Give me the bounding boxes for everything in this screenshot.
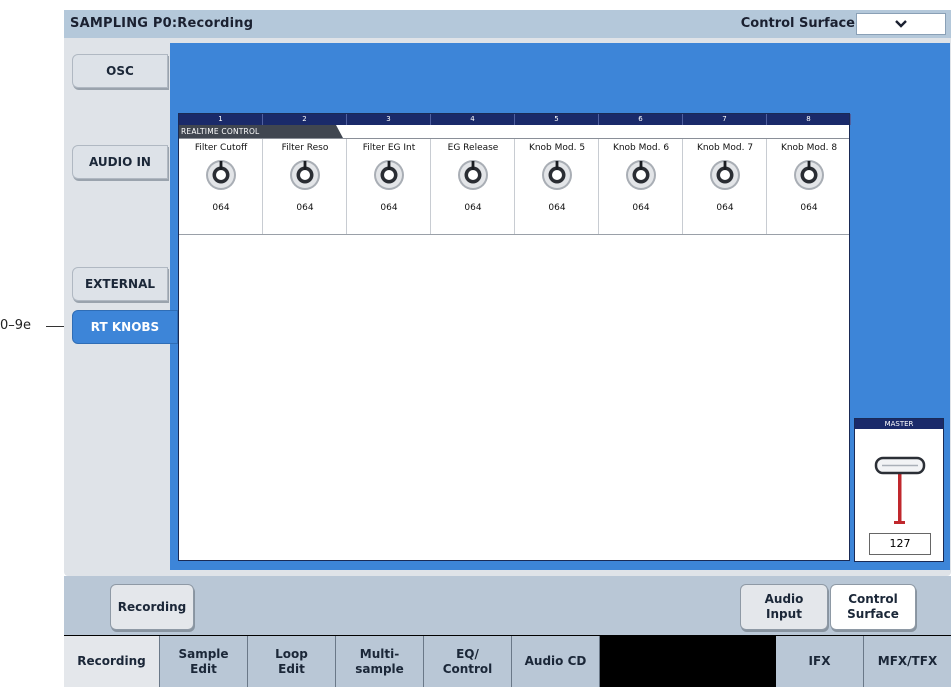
master-label: MASTER [855,419,943,429]
column-number: 1 [179,114,263,125]
tab-eq-control[interactable]: EQ/ Control [424,636,512,687]
knob-name: Filter Reso [281,143,329,153]
divider [179,234,849,235]
knob-value: 064 [800,203,818,213]
bottom-tab-strip: Recording Sample Edit Loop Edit Multi- s… [64,635,951,687]
knob-value: 064 [212,203,230,213]
knob-cell[interactable]: Knob Mod. 8 064 [767,139,851,234]
side-tab-rt-knobs[interactable]: RT KNOBS [72,310,178,344]
knob-value: 064 [548,203,566,213]
knob-icon[interactable] [286,157,324,193]
knob-cell[interactable]: Filter EG Int 064 [347,139,431,234]
tab-recording[interactable]: Recording [64,636,160,687]
realtime-control-label: REALTIME CONTROL [179,125,343,138]
tab-mfx-tfx[interactable]: MFX/TFX [864,636,951,687]
knob-icon[interactable] [790,157,828,193]
knob-value: 064 [716,203,734,213]
subtab-audio-input[interactable]: Audio Input [740,584,828,630]
knob-cell[interactable]: Knob Mod. 5 064 [515,139,599,234]
knob-cell[interactable]: EG Release 064 [431,139,515,234]
knob-cell[interactable]: Knob Mod. 7 064 [683,139,767,234]
knob-icon[interactable] [454,157,492,193]
knob-icon[interactable] [538,157,576,193]
knob-value: 064 [380,203,398,213]
master-panel: MASTER 127 [854,418,944,562]
knob-name: Knob Mod. 5 [528,143,586,153]
subtab-control-surface[interactable]: Control Surface [830,584,916,630]
knob-icon[interactable] [706,157,744,193]
knob-value: 064 [464,203,482,213]
knob-name: Knob Mod. 7 [696,143,754,153]
tab-multisample[interactable]: Multi- sample [336,636,424,687]
knob-cell[interactable]: Knob Mod. 6 064 [599,139,683,234]
knob-cell[interactable]: Filter Cutoff 064 [179,139,263,234]
side-tab-osc[interactable]: OSC [72,54,168,88]
knob-name: Filter Cutoff [194,143,248,153]
knob-value: 064 [632,203,650,213]
realtime-knob-panel: 1 2 3 4 5 6 7 8 REALTIME CONTROL Filter … [178,113,851,561]
column-number: 4 [431,114,515,125]
knob-icon[interactable] [622,157,660,193]
knob-name: Knob Mod. 8 [780,143,838,153]
subtab-recording[interactable]: Recording [110,584,194,630]
master-value[interactable]: 127 [869,533,931,555]
column-number: 5 [515,114,599,125]
knob-icon[interactable] [370,157,408,193]
knob-value: 064 [296,203,314,213]
column-header: 1 2 3 4 5 6 7 8 [179,114,851,125]
title-bar: SAMPLING P0:Recording Control Surface [64,10,951,38]
knob-icon[interactable] [202,157,240,193]
knob-name: EG Release [447,143,499,153]
side-tab-external[interactable]: EXTERNAL [72,267,168,301]
master-fader[interactable] [870,455,930,529]
column-number: 3 [347,114,431,125]
realtime-control-text: REALTIME CONTROL [181,127,260,136]
column-number: 8 [767,114,851,125]
column-number: 2 [263,114,347,125]
tab-ifx[interactable]: IFX [776,636,864,687]
page-menu-button[interactable] [856,13,946,35]
side-tab-audio-in[interactable]: AUDIO IN [72,145,168,179]
knob-name: Filter EG Int [362,143,416,153]
tab-loop-edit[interactable]: Loop Edit [248,636,336,687]
main-panel: OSC AUDIO IN EXTERNAL RT KNOBS 1 2 3 4 5… [64,38,951,576]
tab-sample-edit[interactable]: Sample Edit [160,636,248,687]
page-name-label: Control Surface [740,16,855,31]
column-number: 6 [599,114,683,125]
column-number: 7 [683,114,767,125]
knob-cell[interactable]: Filter Reso 064 [263,139,347,234]
chevron-down-icon [895,20,907,28]
knob-name: Knob Mod. 6 [612,143,670,153]
tab-audio-cd[interactable]: Audio CD [512,636,600,687]
page-title: SAMPLING P0:Recording [70,16,254,31]
sub-tab-strip: Recording Audio Input Control Surface [64,576,951,635]
callout-label: 0–9e [0,318,32,333]
